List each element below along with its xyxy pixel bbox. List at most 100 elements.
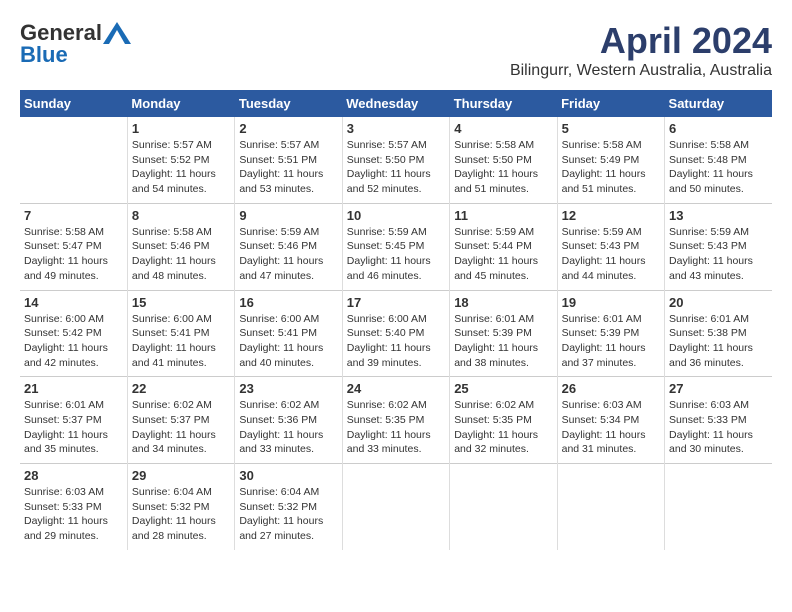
calendar-cell: 1 Sunrise: 5:57 AMSunset: 5:52 PMDaylight… bbox=[127, 117, 234, 203]
day-info: Sunrise: 6:01 AMSunset: 5:39 PMDaylight:… bbox=[454, 312, 552, 371]
week-row-3: 14 Sunrise: 6:00 AMSunset: 5:42 PMDayligh… bbox=[20, 290, 772, 377]
day-info: Sunrise: 6:02 AMSunset: 5:35 PMDaylight:… bbox=[454, 398, 552, 457]
day-number: 15 bbox=[132, 295, 230, 310]
day-info: Sunrise: 6:02 AMSunset: 5:36 PMDaylight:… bbox=[239, 398, 337, 457]
day-info: Sunrise: 5:59 AMSunset: 5:45 PMDaylight:… bbox=[347, 225, 445, 284]
header-tuesday: Tuesday bbox=[235, 90, 342, 117]
calendar-cell: 27 Sunrise: 6:03 AMSunset: 5:33 PMDayligh… bbox=[665, 377, 772, 464]
logo-icon bbox=[103, 22, 131, 44]
day-info: Sunrise: 6:02 AMSunset: 5:35 PMDaylight:… bbox=[347, 398, 445, 457]
day-number: 20 bbox=[669, 295, 768, 310]
day-info: Sunrise: 6:03 AMSunset: 5:33 PMDaylight:… bbox=[24, 485, 123, 544]
location: Bilingurr, Western Australia, Australia bbox=[510, 62, 772, 80]
calendar-cell bbox=[557, 464, 664, 550]
calendar-cell: 29 Sunrise: 6:04 AMSunset: 5:32 PMDayligh… bbox=[127, 464, 234, 550]
week-row-5: 28Sunrise: 6:03 AMSunset: 5:33 PMDayligh… bbox=[20, 464, 772, 550]
day-info: Sunrise: 6:00 AMSunset: 5:41 PMDaylight:… bbox=[239, 312, 337, 371]
day-number: 18 bbox=[454, 295, 552, 310]
calendar-cell: 16 Sunrise: 6:00 AMSunset: 5:41 PMDayligh… bbox=[235, 290, 342, 377]
day-info: Sunrise: 5:58 AMSunset: 5:48 PMDaylight:… bbox=[669, 138, 768, 197]
calendar-cell: 13 Sunrise: 5:59 AMSunset: 5:43 PMDayligh… bbox=[665, 203, 772, 290]
day-info: Sunrise: 6:01 AMSunset: 5:39 PMDaylight:… bbox=[562, 312, 660, 371]
calendar-cell: 7 Sunrise: 5:58 AMSunset: 5:47 PMDaylight… bbox=[20, 203, 127, 290]
header-monday: Monday bbox=[127, 90, 234, 117]
day-number: 22 bbox=[132, 381, 230, 396]
title-block: April 2024 Bilingurr, Western Australia,… bbox=[510, 20, 772, 80]
calendar-cell: 22 Sunrise: 6:02 AMSunset: 5:37 PMDayligh… bbox=[127, 377, 234, 464]
day-number: 14 bbox=[24, 295, 123, 310]
day-number: 25 bbox=[454, 381, 552, 396]
calendar-cell: 8Sunrise: 5:58 AMSunset: 5:46 PMDaylight… bbox=[127, 203, 234, 290]
header-friday: Friday bbox=[557, 90, 664, 117]
day-number: 27 bbox=[669, 381, 768, 396]
day-info: Sunrise: 5:57 AMSunset: 5:52 PMDaylight:… bbox=[132, 138, 230, 197]
day-number: 6 bbox=[669, 121, 768, 136]
calendar-table: SundayMondayTuesdayWednesdayThursdayFrid… bbox=[20, 90, 772, 550]
page-header: General Blue April 2024 Bilingurr, Weste… bbox=[20, 20, 772, 80]
day-info: Sunrise: 5:57 AMSunset: 5:51 PMDaylight:… bbox=[239, 138, 337, 197]
calendar-cell: 2Sunrise: 5:57 AMSunset: 5:51 PMDaylight… bbox=[235, 117, 342, 203]
calendar-cell: 28Sunrise: 6:03 AMSunset: 5:33 PMDayligh… bbox=[20, 464, 127, 550]
calendar-cell: 15 Sunrise: 6:00 AMSunset: 5:41 PMDayligh… bbox=[127, 290, 234, 377]
day-info: Sunrise: 6:02 AMSunset: 5:37 PMDaylight:… bbox=[132, 398, 230, 457]
calendar-cell bbox=[450, 464, 557, 550]
day-number: 12 bbox=[562, 208, 660, 223]
day-info: Sunrise: 5:59 AMSunset: 5:46 PMDaylight:… bbox=[239, 225, 337, 284]
header-saturday: Saturday bbox=[665, 90, 772, 117]
calendar-cell: 3 Sunrise: 5:57 AMSunset: 5:50 PMDaylight… bbox=[342, 117, 449, 203]
calendar-cell: 14 Sunrise: 6:00 AMSunset: 5:42 PMDayligh… bbox=[20, 290, 127, 377]
day-info: Sunrise: 6:00 AMSunset: 5:40 PMDaylight:… bbox=[347, 312, 445, 371]
day-info: Sunrise: 6:00 AMSunset: 5:42 PMDaylight:… bbox=[24, 312, 123, 371]
day-number: 13 bbox=[669, 208, 768, 223]
day-number: 24 bbox=[347, 381, 445, 396]
calendar-cell: 21 Sunrise: 6:01 AMSunset: 5:37 PMDayligh… bbox=[20, 377, 127, 464]
day-number: 5 bbox=[562, 121, 660, 136]
calendar-cell: 5 Sunrise: 5:58 AMSunset: 5:49 PMDaylight… bbox=[557, 117, 664, 203]
day-number: 16 bbox=[239, 295, 337, 310]
day-number: 11 bbox=[454, 208, 552, 223]
day-info: Sunrise: 5:58 AMSunset: 5:46 PMDaylight:… bbox=[132, 225, 230, 284]
day-info: Sunrise: 6:01 AMSunset: 5:38 PMDaylight:… bbox=[669, 312, 768, 371]
day-info: Sunrise: 6:04 AMSunset: 5:32 PMDaylight:… bbox=[132, 485, 230, 544]
day-number: 1 bbox=[132, 121, 230, 136]
day-info: Sunrise: 5:59 AMSunset: 5:43 PMDaylight:… bbox=[562, 225, 660, 284]
day-number: 3 bbox=[347, 121, 445, 136]
week-row-4: 21 Sunrise: 6:01 AMSunset: 5:37 PMDayligh… bbox=[20, 377, 772, 464]
day-number: 23 bbox=[239, 381, 337, 396]
day-info: Sunrise: 5:57 AMSunset: 5:50 PMDaylight:… bbox=[347, 138, 445, 197]
day-number: 9 bbox=[239, 208, 337, 223]
day-info: Sunrise: 5:59 AMSunset: 5:44 PMDaylight:… bbox=[454, 225, 552, 284]
day-number: 21 bbox=[24, 381, 123, 396]
day-info: Sunrise: 5:58 AMSunset: 5:50 PMDaylight:… bbox=[454, 138, 552, 197]
month-title: April 2024 bbox=[510, 20, 772, 62]
day-info: Sunrise: 6:03 AMSunset: 5:34 PMDaylight:… bbox=[562, 398, 660, 457]
calendar-cell: 10Sunrise: 5:59 AMSunset: 5:45 PMDayligh… bbox=[342, 203, 449, 290]
day-number: 30 bbox=[239, 468, 337, 483]
day-info: Sunrise: 5:58 AMSunset: 5:47 PMDaylight:… bbox=[24, 225, 123, 284]
logo: General Blue bbox=[20, 20, 131, 68]
calendar-cell: 18 Sunrise: 6:01 AMSunset: 5:39 PMDayligh… bbox=[450, 290, 557, 377]
day-info: Sunrise: 6:00 AMSunset: 5:41 PMDaylight:… bbox=[132, 312, 230, 371]
day-info: Sunrise: 5:59 AMSunset: 5:43 PMDaylight:… bbox=[669, 225, 768, 284]
calendar-cell: 9 Sunrise: 5:59 AMSunset: 5:46 PMDaylight… bbox=[235, 203, 342, 290]
day-info: Sunrise: 5:58 AMSunset: 5:49 PMDaylight:… bbox=[562, 138, 660, 197]
day-number: 7 bbox=[24, 208, 123, 223]
day-info: Sunrise: 6:03 AMSunset: 5:33 PMDaylight:… bbox=[669, 398, 768, 457]
calendar-cell: 19 Sunrise: 6:01 AMSunset: 5:39 PMDayligh… bbox=[557, 290, 664, 377]
calendar-cell: 4Sunrise: 5:58 AMSunset: 5:50 PMDaylight… bbox=[450, 117, 557, 203]
calendar-cell: 20 Sunrise: 6:01 AMSunset: 5:38 PMDayligh… bbox=[665, 290, 772, 377]
calendar-cell: 30Sunrise: 6:04 AMSunset: 5:32 PMDayligh… bbox=[235, 464, 342, 550]
day-info: Sunrise: 6:01 AMSunset: 5:37 PMDaylight:… bbox=[24, 398, 123, 457]
header-sunday: Sunday bbox=[20, 90, 127, 117]
week-row-2: 7 Sunrise: 5:58 AMSunset: 5:47 PMDaylight… bbox=[20, 203, 772, 290]
day-number: 29 bbox=[132, 468, 230, 483]
calendar-header-row: SundayMondayTuesdayWednesdayThursdayFrid… bbox=[20, 90, 772, 117]
header-wednesday: Wednesday bbox=[342, 90, 449, 117]
calendar-cell bbox=[342, 464, 449, 550]
calendar-cell: 12 Sunrise: 5:59 AMSunset: 5:43 PMDayligh… bbox=[557, 203, 664, 290]
calendar-cell bbox=[20, 117, 127, 203]
week-row-1: 1 Sunrise: 5:57 AMSunset: 5:52 PMDaylight… bbox=[20, 117, 772, 203]
calendar-cell: 17Sunrise: 6:00 AMSunset: 5:40 PMDayligh… bbox=[342, 290, 449, 377]
logo-blue: Blue bbox=[20, 42, 68, 68]
day-number: 19 bbox=[562, 295, 660, 310]
